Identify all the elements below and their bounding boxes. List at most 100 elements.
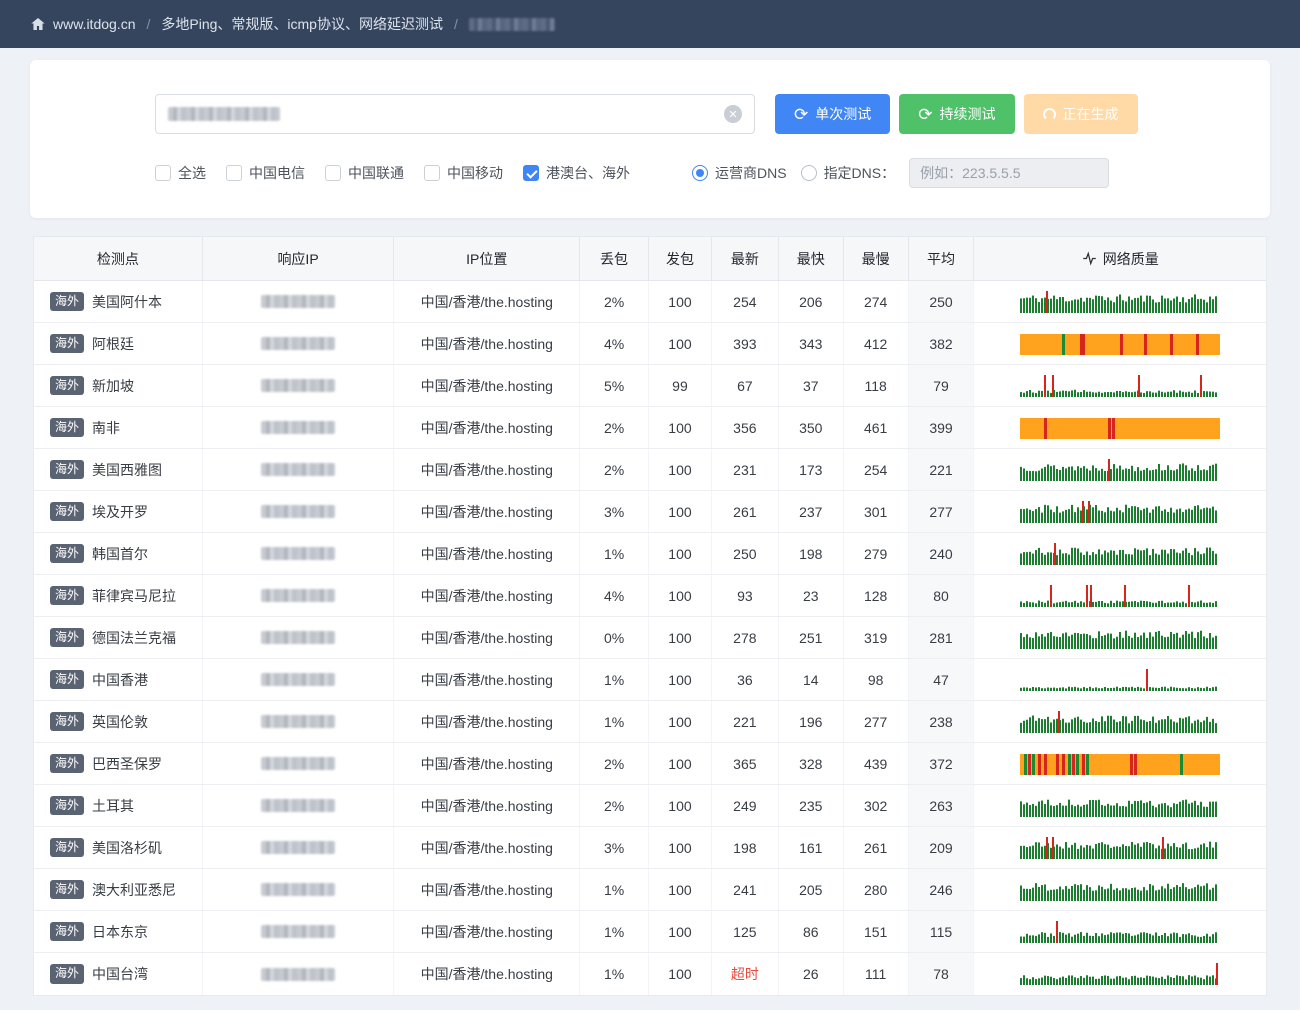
location-name: 新加坡 <box>92 377 135 394</box>
ip-location: 中国/香港/the.hosting <box>394 617 581 658</box>
packets-sent: 100 <box>649 323 712 364</box>
redacted-ip <box>261 631 336 644</box>
radio-icon[interactable] <box>692 165 708 181</box>
cell-response-ip <box>203 323 395 364</box>
latency-average: 263 <box>908 785 975 826</box>
latency-fastest: 198 <box>779 533 844 574</box>
network-quality-chart <box>1020 542 1218 565</box>
cell-response-ip <box>203 743 395 784</box>
latency-average: 382 <box>908 323 975 364</box>
ip-location: 中国/香港/the.hosting <box>394 659 581 700</box>
location-name: 英国伦敦 <box>92 713 149 730</box>
latency-fastest: 14 <box>779 659 844 700</box>
latency-slowest: 98 <box>844 659 909 700</box>
redacted-ip <box>261 883 336 896</box>
header-location: 检测点 <box>34 237 203 280</box>
cell-network-quality <box>974 365 1266 406</box>
breadcrumb-bar: www.itdog.cn / 多地Ping、常规版、icmp协议、网络延迟测试 … <box>0 0 1300 48</box>
redacted-ip <box>261 967 336 981</box>
checkbox-icon[interactable] <box>325 165 341 181</box>
packet-loss: 4% <box>580 323 650 364</box>
redacted-ip <box>261 379 336 392</box>
latency-average: 399 <box>908 407 975 448</box>
cell-location: 海外 美国洛杉矶 <box>34 827 203 868</box>
latency-slowest: 277 <box>844 701 909 742</box>
single-test-button[interactable]: ⟳ 单次测试 <box>775 94 891 134</box>
packets-sent: 100 <box>649 911 712 952</box>
spinner-icon <box>1042 107 1056 121</box>
target-input[interactable]: ✕ <box>155 94 755 134</box>
redacted-ip <box>261 799 336 812</box>
cell-location: 海外 英国伦敦 <box>34 701 203 742</box>
region-badge: 海外 <box>50 795 85 816</box>
checkbox-icon[interactable] <box>424 165 440 181</box>
header-average: 平均 <box>909 237 975 280</box>
location-name: 土耳其 <box>92 797 135 814</box>
home-icon[interactable] <box>30 16 46 32</box>
ip-location: 中国/香港/the.hosting <box>394 407 581 448</box>
radio-custom-dns[interactable]: 指定DNS： <box>800 163 896 183</box>
table-row: 海外 英国伦敦 中国/香港/the.hosting 1% 100 221 196… <box>34 701 1266 743</box>
redacted-ip <box>261 421 336 434</box>
ip-location: 中国/香港/the.hosting <box>394 911 581 952</box>
latency-slowest: 301 <box>844 491 909 532</box>
radio-icon[interactable] <box>800 165 817 181</box>
breadcrumb-site[interactable]: www.itdog.cn <box>53 16 135 32</box>
location-name: 中国台湾 <box>92 966 149 982</box>
latency-average: 47 <box>908 659 975 700</box>
checkbox-icon[interactable] <box>226 165 242 181</box>
checkbox-icon[interactable] <box>523 165 539 181</box>
header-network-quality: 网络质量 <box>974 237 1266 280</box>
latency-average: 78 <box>908 953 975 995</box>
network-quality-chart <box>1020 920 1218 943</box>
filter-china-unicom[interactable]: 中国联通 <box>325 163 404 183</box>
latency-fastest: 173 <box>779 449 844 490</box>
packet-loss: 4% <box>580 575 650 616</box>
latency-latest: 261 <box>712 491 779 532</box>
ip-location: 中国/香港/the.hosting <box>394 281 581 322</box>
table-row: 海外 德国法兰克福 中国/香港/the.hosting 0% 100 278 2… <box>34 617 1266 659</box>
cell-network-quality <box>974 911 1266 952</box>
clear-icon[interactable]: ✕ <box>724 105 742 123</box>
cell-location: 海外 阿根廷 <box>34 323 203 364</box>
latency-slowest: 279 <box>844 533 909 574</box>
header-latest: 最新 <box>712 237 779 280</box>
latency-slowest: 302 <box>844 785 909 826</box>
packets-sent: 100 <box>649 785 712 826</box>
dns-input[interactable] <box>909 158 1110 188</box>
redacted-ip <box>261 715 336 728</box>
ip-location: 中国/香港/the.hosting <box>394 449 581 490</box>
checkbox-icon[interactable] <box>155 165 171 181</box>
table-body: 海外 美国阿什本 中国/香港/the.hosting 2% 100 254 20… <box>34 281 1266 995</box>
packets-sent: 100 <box>649 449 712 490</box>
location-name: 美国阿什本 <box>92 293 163 310</box>
radio-label: 指定DNS： <box>823 165 896 181</box>
controls-card: ✕ ⟳ 单次测试 ⟳ 持续测试 正在生成 全选 中国电信 中国联通 中国移动 港… <box>30 60 1270 218</box>
packet-loss: 1% <box>580 659 650 700</box>
table-row: 海外 美国西雅图 中国/香港/the.hosting 2% 100 231 17… <box>34 449 1266 491</box>
continuous-test-button[interactable]: ⟳ 持续测试 <box>899 94 1015 134</box>
dns-options: 运营商DNS 指定DNS： <box>692 158 1110 188</box>
packets-sent: 99 <box>649 365 712 406</box>
filter-overseas[interactable]: 港澳台、海外 <box>523 163 630 183</box>
cell-network-quality <box>974 701 1266 742</box>
filter-select-all[interactable]: 全选 <box>155 163 206 183</box>
redacted-ip <box>261 505 336 518</box>
radio-carrier-dns[interactable]: 运营商DNS <box>692 163 787 183</box>
filter-china-telecom[interactable]: 中国电信 <box>226 163 305 183</box>
network-quality-chart <box>1020 458 1218 481</box>
cell-network-quality <box>974 953 1266 995</box>
packets-sent: 100 <box>649 533 712 574</box>
latency-latest: 356 <box>712 407 779 448</box>
refresh-icon: ⟳ <box>794 104 809 124</box>
network-quality-chart <box>1020 668 1218 691</box>
cell-network-quality <box>974 785 1266 826</box>
cell-network-quality <box>974 533 1266 574</box>
latency-average: 209 <box>908 827 975 868</box>
cell-location: 海外 埃及开罗 <box>34 491 203 532</box>
filter-china-mobile[interactable]: 中国移动 <box>424 163 503 183</box>
location-name: 澳大利亚悉尼 <box>92 881 177 898</box>
packets-sent: 100 <box>649 281 712 322</box>
cell-response-ip <box>203 575 395 616</box>
breadcrumb-item-test-type[interactable]: 多地Ping、常规版、icmp协议、网络延迟测试 <box>161 14 443 34</box>
